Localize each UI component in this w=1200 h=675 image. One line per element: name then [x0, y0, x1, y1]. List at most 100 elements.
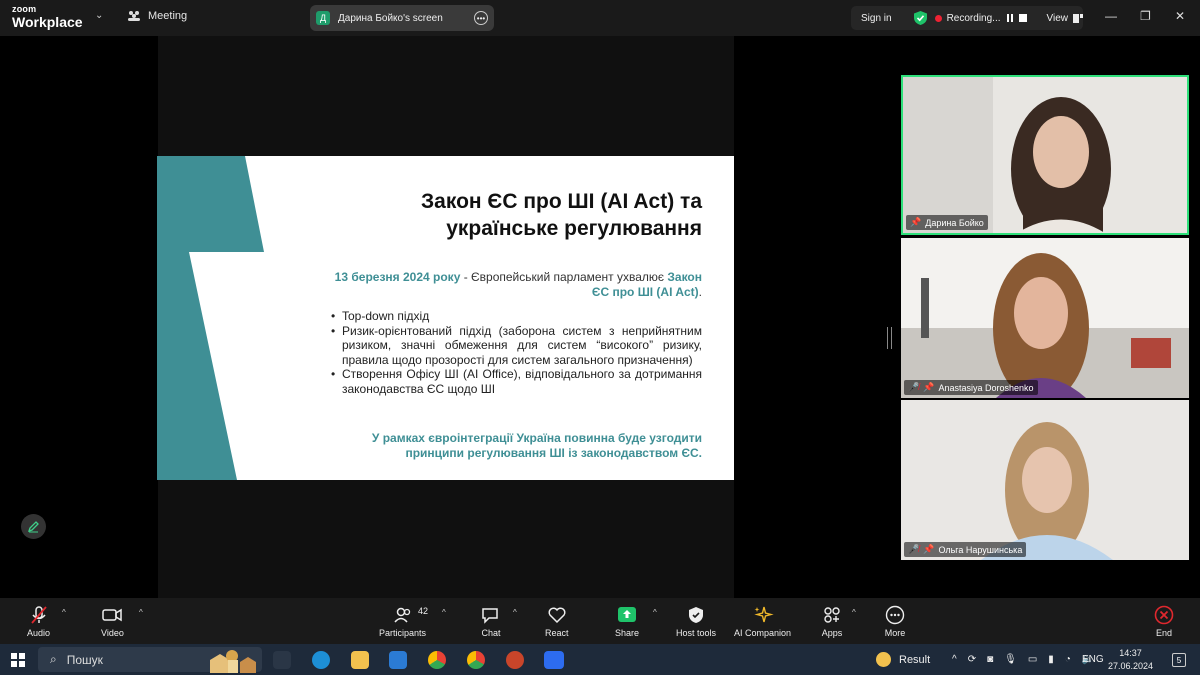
- video-tile-participant-3[interactable]: 🎤̸ 📌 Ольга Нарушинська: [901, 400, 1189, 560]
- mic-muted-icon: 🎤̸: [908, 544, 920, 554]
- slide-title: Закон ЄС про ШІ (AI Act) та українське р…: [421, 190, 702, 240]
- search-placeholder: Пошук: [66, 652, 103, 667]
- chevron-up-icon[interactable]: ^: [952, 654, 957, 665]
- screen-share-pill[interactable]: Д Дарина Бойко's screen •••: [310, 5, 494, 31]
- participant-video: [901, 400, 1189, 560]
- restore-icon[interactable]: ❐: [1140, 9, 1151, 23]
- view-button[interactable]: View: [1047, 13, 1069, 24]
- pin-icon[interactable]: 📌: [910, 217, 921, 228]
- end-button[interactable]: End: [1153, 604, 1175, 638]
- slide-bullet: Ризик-орієнтований підхід (заборона сист…: [331, 324, 702, 368]
- search-icon: ⌕: [50, 652, 57, 666]
- pause-icon[interactable]: [1006, 14, 1013, 22]
- windows-taskbar: ⌕ Пошук Result ^ ⟳ ◙ 🎙 ▭ ▮ ◔ 🔈 ENG 14:37…: [0, 644, 1200, 675]
- react-button[interactable]: React: [545, 604, 569, 638]
- shield-icon[interactable]: [913, 11, 927, 25]
- chrome-icon[interactable]: [428, 651, 446, 669]
- slide-date-rest: - Європейський парламент ухвалює: [460, 270, 668, 284]
- video-tile-participant-2[interactable]: 🎤̸ 📌 Anastasiya Doroshenko: [901, 238, 1189, 398]
- chrome-profile-icon[interactable]: [467, 651, 485, 669]
- meeting-info-button[interactable]: Meeting: [127, 10, 187, 22]
- apps-button[interactable]: Apps: [821, 604, 843, 638]
- logo-line1: zoom: [12, 4, 37, 14]
- notifications-icon[interactable]: 5: [1172, 653, 1186, 667]
- display-icon[interactable]: ▭: [1028, 654, 1037, 665]
- apps-icon: [824, 607, 840, 623]
- close-icon[interactable]: ✕: [1175, 9, 1185, 23]
- share-label: Share: [615, 628, 640, 638]
- ai-companion-button[interactable]: AI Companion: [734, 604, 791, 638]
- participant-nametag: 📌 Дарина Бойко: [906, 215, 988, 230]
- top-right-controls: Sign in Recording... View: [851, 6, 1083, 30]
- clock-date: 27.06.2024: [1108, 661, 1154, 671]
- title-bar: zoom Workplace ⌄ Meeting Д Дарина Бойко'…: [0, 0, 1200, 36]
- audio-options-caret-icon[interactable]: ^: [62, 608, 66, 617]
- participants-count: 42: [418, 606, 429, 616]
- slide-date: 13 березня 2024 року: [334, 270, 461, 284]
- zoom-app-icon[interactable]: [544, 651, 564, 669]
- host-tools-button[interactable]: Host tools: [676, 604, 716, 638]
- chat-label: Chat: [481, 628, 501, 638]
- panel-resize-handle[interactable]: [887, 327, 892, 349]
- weather-label: Result: [899, 653, 931, 666]
- file-explorer-icon[interactable]: [351, 651, 369, 669]
- pin-icon[interactable]: 📌: [923, 544, 934, 555]
- video-tile-participant-1[interactable]: 📌 Дарина Бойко: [901, 75, 1189, 235]
- chat-options-caret-icon[interactable]: ^: [513, 608, 517, 617]
- edge-browser-icon[interactable]: [312, 651, 330, 669]
- chat-button[interactable]: Chat: [480, 604, 502, 638]
- mic-icon[interactable]: 🎙: [1004, 654, 1017, 665]
- more-icon: [885, 605, 905, 625]
- audio-button[interactable]: Audio: [27, 604, 50, 638]
- participant-name: Anastasiya Doroshenko: [938, 382, 1034, 393]
- clock[interactable]: 14:37 27.06.2024: [1108, 647, 1153, 673]
- weather-widget[interactable]: Result: [876, 644, 930, 675]
- pin-icon[interactable]: 📌: [923, 382, 934, 393]
- participants-options-caret-icon[interactable]: ^: [442, 608, 446, 617]
- video-button[interactable]: Video: [101, 604, 124, 638]
- battery-icon[interactable]: ▮: [1048, 654, 1054, 665]
- heart-icon: [548, 607, 566, 624]
- powerpoint-icon[interactable]: [506, 651, 524, 669]
- meeting-icon: [128, 11, 140, 21]
- view-layout-icon[interactable]: [1073, 13, 1083, 23]
- search-highlight-image: [210, 650, 256, 673]
- host-tools-label: Host tools: [676, 628, 717, 638]
- more-options-icon[interactable]: •••: [474, 11, 488, 25]
- stop-icon[interactable]: [1018, 14, 1027, 22]
- recording-label[interactable]: Recording...: [947, 13, 1001, 24]
- camera-muted-icon[interactable]: ◙: [987, 654, 993, 665]
- apps-options-caret-icon[interactable]: ^: [852, 608, 856, 617]
- mic-muted-icon: [30, 606, 47, 624]
- sync-icon[interactable]: ⟳: [968, 654, 976, 665]
- react-label: React: [545, 628, 569, 638]
- clock-time: 14:37: [1119, 648, 1142, 658]
- share-button[interactable]: Share: [615, 604, 639, 638]
- minimize-icon[interactable]: —: [1105, 9, 1117, 23]
- presenter-avatar: Д: [316, 11, 330, 25]
- task-view-icon[interactable]: [273, 651, 291, 669]
- end-call-icon: [1154, 605, 1174, 625]
- wifi-icon[interactable]: ◔: [1065, 654, 1071, 665]
- logo-line2: Workplace: [12, 14, 83, 30]
- video-camera-icon: [102, 608, 123, 622]
- sign-in-button[interactable]: Sign in: [851, 13, 902, 24]
- more-button[interactable]: More: [884, 604, 906, 638]
- zoom-logo: zoom Workplace: [12, 4, 83, 30]
- windows-start-icon[interactable]: [11, 653, 25, 667]
- share-options-caret-icon[interactable]: ^: [653, 608, 657, 617]
- more-label: More: [884, 628, 906, 638]
- meeting-toolbar: Audio ^ Video ^ Participants 42 ^ Chat ^…: [0, 598, 1200, 644]
- end-label: End: [1155, 628, 1172, 638]
- participant-name: Ольга Нарушинська: [938, 544, 1023, 555]
- annotate-pen-icon[interactable]: [21, 514, 46, 539]
- screen-share-label: Дарина Бойко's screen: [338, 12, 443, 24]
- chevron-down-icon[interactable]: ⌄: [95, 10, 103, 21]
- video-options-caret-icon[interactable]: ^: [139, 608, 143, 617]
- language-indicator[interactable]: ENG: [1082, 644, 1104, 675]
- apps-label: Apps: [821, 628, 843, 638]
- participant-nametag: 🎤̸ 📌 Ольга Нарушинська: [904, 542, 1027, 557]
- mail-icon[interactable]: [389, 651, 407, 669]
- system-tray: ^ ⟳ ◙ 🎙 ▭ ▮ ◔ 🔈: [952, 644, 1094, 675]
- participants-label: Participants: [379, 628, 427, 638]
